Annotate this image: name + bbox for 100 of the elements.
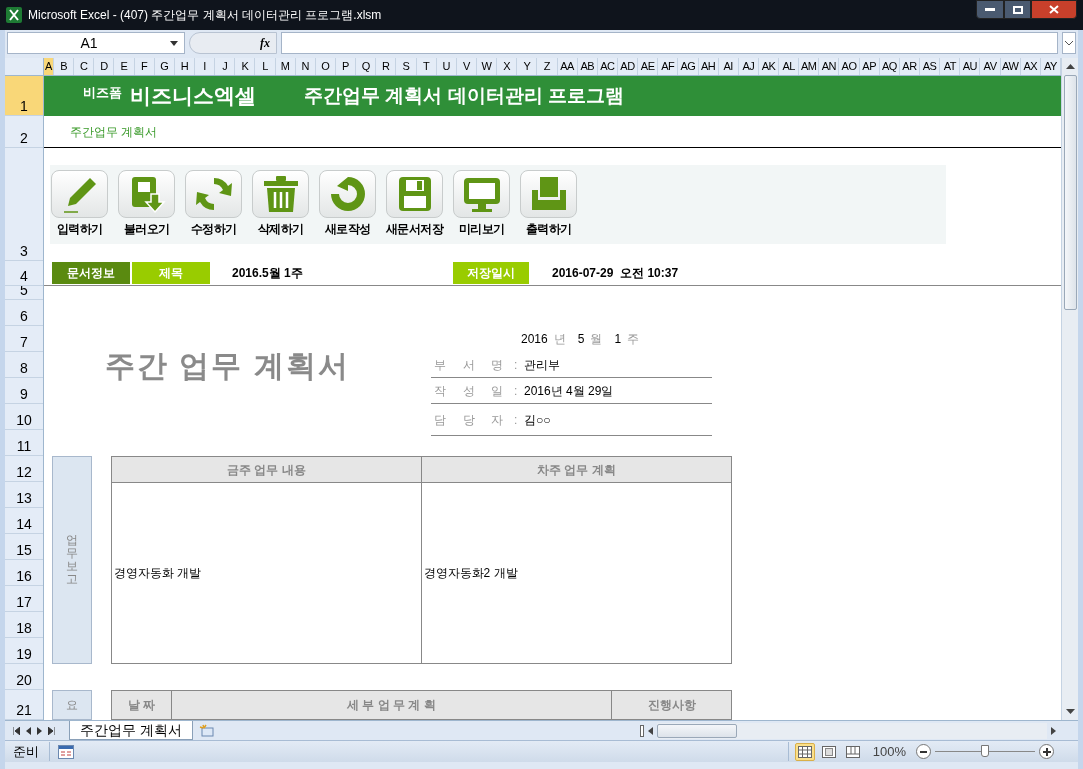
column-header[interactable]: AJ — [738, 58, 759, 75]
row-header[interactable]: 6 — [5, 300, 43, 326]
column-header[interactable]: AS — [920, 58, 941, 75]
zoom-out-button[interactable] — [916, 744, 931, 759]
view-button[interactable] — [794, 742, 815, 761]
column-header[interactable]: A — [44, 58, 54, 75]
previous-sheet-icon[interactable] — [26, 726, 31, 735]
column-header[interactable]: AW — [1000, 58, 1021, 75]
row-header[interactable]: 11 — [5, 430, 43, 456]
column-header[interactable]: O — [315, 58, 336, 75]
column-header[interactable]: AU — [960, 58, 981, 75]
row-header[interactable]: 15 — [5, 534, 43, 560]
month-value: 5 — [577, 331, 585, 348]
row-header[interactable]: 10 — [5, 404, 43, 430]
row-header[interactable]: 1 — [5, 76, 43, 116]
field-label: 제목 — [132, 262, 210, 284]
column-header[interactable]: AQ — [879, 58, 900, 75]
column-header[interactable]: J — [215, 58, 236, 75]
column-header[interactable]: AG — [678, 58, 699, 75]
row-header[interactable]: 9 — [5, 378, 43, 404]
vertical-scrollbar[interactable] — [1061, 58, 1078, 720]
maximize-button[interactable] — [1004, 0, 1031, 19]
row-header[interactable]: 8 — [5, 352, 43, 378]
column-header[interactable]: AN — [819, 58, 840, 75]
horizontal-scroll-thumb[interactable] — [657, 723, 737, 738]
expand-formula-button[interactable] — [1062, 32, 1076, 54]
close-button[interactable] — [1031, 0, 1077, 19]
column-header[interactable]: AR — [899, 58, 921, 75]
row-header[interactable]: 2 — [5, 116, 43, 148]
first-sheet-icon[interactable] — [13, 726, 20, 735]
column-header[interactable]: AX — [1020, 58, 1041, 75]
row-header[interactable]: 14 — [5, 508, 43, 534]
column-header[interactable]: M — [275, 58, 296, 75]
column-header[interactable]: AL — [779, 58, 800, 75]
column-header[interactable]: AD — [617, 58, 639, 75]
sheet-tab[interactable]: 주간업무 계획서 — [69, 721, 193, 740]
side-label: 업무보고 — [66, 533, 78, 587]
column-header[interactable]: AB — [577, 58, 598, 75]
column-header[interactable]: N — [295, 58, 316, 75]
row-header[interactable]: 19 — [5, 638, 43, 664]
row-header[interactable]: 5 — [5, 286, 43, 300]
name-box[interactable]: A1 — [7, 32, 185, 54]
column-header[interactable]: B — [54, 58, 75, 75]
column-header[interactable]: AF — [658, 58, 679, 75]
column-header[interactable]: G — [154, 58, 175, 75]
column-header[interactable]: D — [94, 58, 115, 75]
column-header[interactable]: AV — [980, 58, 1001, 75]
formula-input[interactable] — [281, 32, 1058, 54]
window-title: Microsoft Excel - (407) 주간업무 계획서 데이터관리 프로그램.xlsm — [28, 7, 382, 24]
column-header[interactable]: C — [74, 58, 95, 75]
row-header[interactable]: 13 — [5, 482, 43, 508]
row-header[interactable]: 4 — [5, 261, 43, 286]
page-view-icon — [821, 745, 836, 758]
column-header[interactable]: AC — [597, 58, 618, 75]
row-header[interactable]: 7 — [5, 326, 43, 352]
column-header[interactable]: R — [376, 58, 397, 75]
column-header[interactable]: W — [476, 58, 498, 75]
column-header[interactable]: Q — [356, 58, 377, 75]
column-header[interactable]: Z — [537, 58, 558, 75]
tab-split-handle[interactable] — [640, 724, 644, 737]
column-header[interactable]: AA — [557, 58, 578, 75]
column-header[interactable]: I — [195, 58, 216, 75]
minimize-button[interactable] — [976, 0, 1004, 19]
row-header[interactable]: 20 — [5, 664, 43, 690]
column-header[interactable]: Y — [517, 58, 538, 75]
arrow-left-icon[interactable] — [648, 726, 653, 735]
column-header[interactable]: AO — [839, 58, 860, 75]
scroll-thumb[interactable] — [1063, 75, 1077, 310]
column-header[interactable]: E — [114, 58, 135, 75]
last-sheet-icon[interactable] — [48, 726, 55, 735]
column-header[interactable]: L — [255, 58, 276, 75]
column-header[interactable]: AH — [698, 58, 719, 75]
column-header[interactable]: U — [436, 58, 457, 75]
row-header[interactable]: 16 — [5, 560, 43, 586]
arrow-right-icon[interactable] — [1051, 726, 1056, 735]
column-header[interactable]: F — [134, 58, 155, 75]
zoom-slider-thumb[interactable] — [981, 745, 989, 757]
column-header[interactable]: AK — [758, 58, 780, 75]
zoom-in-button[interactable] — [1039, 744, 1054, 759]
column-header[interactable]: AT — [940, 58, 961, 75]
column-header[interactable]: AM — [799, 58, 820, 75]
column-header[interactable]: S — [396, 58, 417, 75]
row-header[interactable]: 12 — [5, 456, 43, 482]
column-header[interactable]: V — [456, 58, 477, 75]
column-header[interactable]: AE — [638, 58, 659, 75]
row-header[interactable]: 3 — [5, 148, 43, 261]
column-header[interactable]: AI — [718, 58, 739, 75]
next-sheet-icon[interactable] — [37, 726, 42, 735]
column-header[interactable]: AP — [859, 58, 880, 75]
column-header[interactable]: K — [235, 58, 256, 75]
row-header[interactable]: 17 — [5, 586, 43, 612]
unit-label: 주 — [627, 331, 640, 348]
column-header[interactable]: T — [416, 58, 437, 75]
column-header[interactable]: X — [497, 58, 518, 75]
row-header[interactable]: 18 — [5, 612, 43, 638]
insert-function-button[interactable]: fx — [260, 34, 270, 52]
macro-record-icon[interactable] — [58, 744, 74, 759]
column-header[interactable]: P — [335, 58, 357, 75]
column-header[interactable]: H — [174, 58, 195, 75]
colon: : — [514, 382, 519, 400]
